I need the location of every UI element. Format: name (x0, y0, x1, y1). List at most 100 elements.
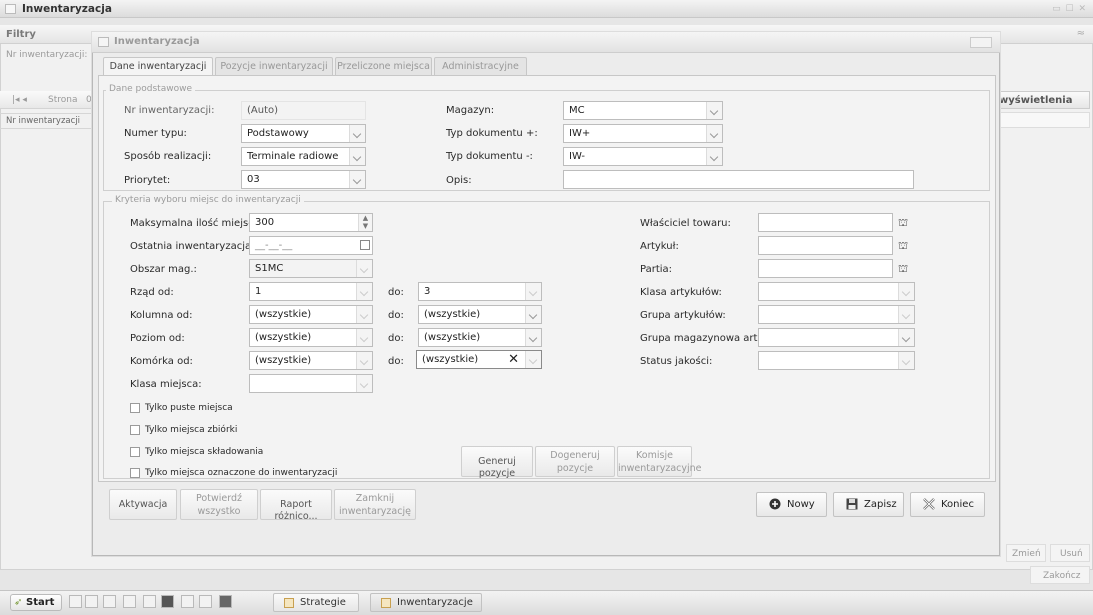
chevron-down-icon[interactable] (356, 352, 372, 369)
taskbar-app-icon[interactable] (85, 595, 98, 608)
klasa-select[interactable] (249, 374, 373, 393)
poziom-to-select[interactable]: (wszystkie) (418, 328, 542, 347)
window-controls-icon[interactable]: ▭ ☐ ✕ (1052, 4, 1087, 14)
chevron-down-icon[interactable] (356, 283, 372, 300)
task-strategie[interactable]: Strategie (273, 593, 359, 612)
chevron-down-icon[interactable] (525, 351, 541, 368)
klasa-art-select[interactable] (758, 282, 915, 301)
kolumna-from-select[interactable]: (wszystkie) (249, 305, 373, 324)
picker-icon[interactable]: ⛫ (898, 216, 912, 230)
chevron-down-icon[interactable] (356, 329, 372, 346)
checkbox-puste-label: Tylko puste miejsca (145, 403, 233, 413)
chevron-down-icon[interactable] (898, 329, 914, 346)
obszar-select[interactable]: S1MC (249, 259, 373, 278)
artykul-input[interactable] (758, 236, 893, 255)
tab-przeliczone[interactable]: Przeliczone miejsca (335, 57, 432, 75)
pager-label: Strona (48, 95, 78, 105)
taskbar-app-icon[interactable] (199, 595, 212, 608)
chevron-down-icon[interactable] (356, 260, 372, 277)
dialog-window-controls-icon[interactable] (970, 37, 992, 48)
ostatnia-value: __-__-__ (255, 240, 293, 251)
raport-button[interactable]: Raport różnico... (260, 489, 332, 522)
taskbar-app-icon[interactable] (143, 595, 156, 608)
tab-pozycje[interactable]: Pozycje inwentaryzacji (215, 57, 333, 75)
ostatnia-date[interactable]: __-__-__ (249, 236, 373, 255)
grupa-art-select[interactable] (758, 305, 915, 324)
chevron-down-icon[interactable] (706, 125, 722, 142)
generuj-button[interactable]: Generuj pozycje (461, 446, 533, 479)
chevron-down-icon[interactable] (525, 283, 541, 300)
komisje-button[interactable]: Komisje inwentaryzacyjne (617, 446, 702, 477)
max-stepper[interactable]: 300 ▲ ▼ (249, 213, 373, 232)
taskbar-app-icon[interactable] (69, 595, 82, 608)
chevron-down-icon[interactable] (349, 171, 365, 188)
typ-select[interactable]: Podstawowy (241, 124, 366, 143)
checkbox-oznaczone[interactable] (130, 468, 140, 478)
komorka-to-select[interactable]: (wszystkie) ✕ (416, 350, 542, 369)
zakoncz-button[interactable]: Zakończ (1030, 566, 1090, 584)
usun-button[interactable]: Usuń (1050, 544, 1090, 562)
picker-icon[interactable]: ⛫ (898, 262, 912, 276)
chevron-down-icon[interactable] (898, 283, 914, 300)
checkbox-skladowania[interactable] (130, 447, 140, 457)
taskbar-app-icon[interactable] (181, 595, 194, 608)
kolumna-to-select[interactable]: (wszystkie) (418, 305, 542, 324)
collapse-icon[interactable]: ≈ (1077, 28, 1085, 39)
picker-icon[interactable]: ⛫ (898, 239, 912, 253)
chevron-down-icon[interactable] (349, 148, 365, 165)
chevron-down-icon[interactable] (898, 306, 914, 323)
potwierdz-button[interactable]: Potwierdź wszystko (180, 489, 258, 520)
nowy-button[interactable]: Nowy (756, 492, 827, 517)
partia-input[interactable] (758, 259, 893, 278)
chevron-down-icon[interactable] (706, 102, 722, 119)
opis-input[interactable] (563, 170, 914, 189)
zmien-button[interactable]: Zmień (1006, 544, 1046, 562)
generuj-label: Generuj pozycje (478, 456, 516, 479)
start-button[interactable]: ➶ Start (10, 594, 62, 611)
dogeneruj-button[interactable]: Dogeneruj pozycje (535, 446, 615, 477)
klasa-art-label: Klasa artykułów: (640, 287, 722, 298)
rzad-from-select[interactable]: 1 (249, 282, 373, 301)
tab-dane[interactable]: Dane inwentaryzacji (103, 57, 213, 76)
task-inwentaryzacje[interactable]: Inwentaryzacje (370, 593, 482, 612)
nr-value: (Auto) (247, 105, 279, 116)
rzad-to-select[interactable]: 3 (418, 282, 542, 301)
chevron-down-icon[interactable] (349, 125, 365, 142)
typ-minus-select[interactable]: IW- (563, 147, 723, 166)
taskbar-grid-icon[interactable] (161, 595, 174, 608)
priorytet-select[interactable]: 03 (241, 170, 366, 189)
checkbox-puste[interactable] (130, 403, 140, 413)
binoculars-icon: ⛫ (898, 216, 909, 229)
sposob-select[interactable]: Terminale radiowe (241, 147, 366, 166)
zapisz-button[interactable]: Zapisz (833, 492, 904, 517)
view-button-label: wyświetlenia (999, 95, 1073, 106)
pager-first-icon[interactable]: |◂ ◂ (12, 95, 27, 105)
calendar-icon[interactable] (360, 240, 370, 250)
zamknij-button[interactable]: Zamknij inwentaryzację (334, 489, 416, 520)
komorka-from-select[interactable]: (wszystkie) (249, 351, 373, 370)
taskbar-save-icon[interactable] (219, 595, 232, 608)
poziom-do-label: do: (388, 333, 404, 344)
grupa-mag-select[interactable] (758, 328, 915, 347)
tab-administracyjne[interactable]: Administracyjne (434, 57, 527, 75)
aktywacja-button[interactable]: Aktywacja (109, 489, 177, 520)
wlasciciel-input[interactable] (758, 213, 893, 232)
chevron-down-icon[interactable] (525, 329, 541, 346)
clear-icon[interactable]: ✕ (508, 352, 519, 367)
taskbar-app-icon[interactable] (123, 595, 136, 608)
checkbox-zbiorki[interactable] (130, 425, 140, 435)
spinner-icon[interactable]: ▲ ▼ (358, 214, 372, 231)
chevron-down-icon[interactable] (898, 352, 914, 369)
magazyn-select[interactable]: MC (563, 101, 723, 120)
chevron-down-icon[interactable] (525, 306, 541, 323)
chevron-down-icon[interactable] (356, 375, 372, 392)
typ-plus-select[interactable]: IW+ (563, 124, 723, 143)
chevron-down-icon[interactable] (356, 306, 372, 323)
poziom-from-select[interactable]: (wszystkie) (249, 328, 373, 347)
koniec-button[interactable]: Koniec (910, 492, 985, 517)
chevron-down-icon[interactable] (706, 148, 722, 165)
status-select[interactable] (758, 351, 915, 370)
taskbar-app-icon[interactable] (103, 595, 116, 608)
typ-label: Numer typu: (124, 128, 187, 139)
view-button[interactable]: wyświetlenia (990, 91, 1090, 109)
